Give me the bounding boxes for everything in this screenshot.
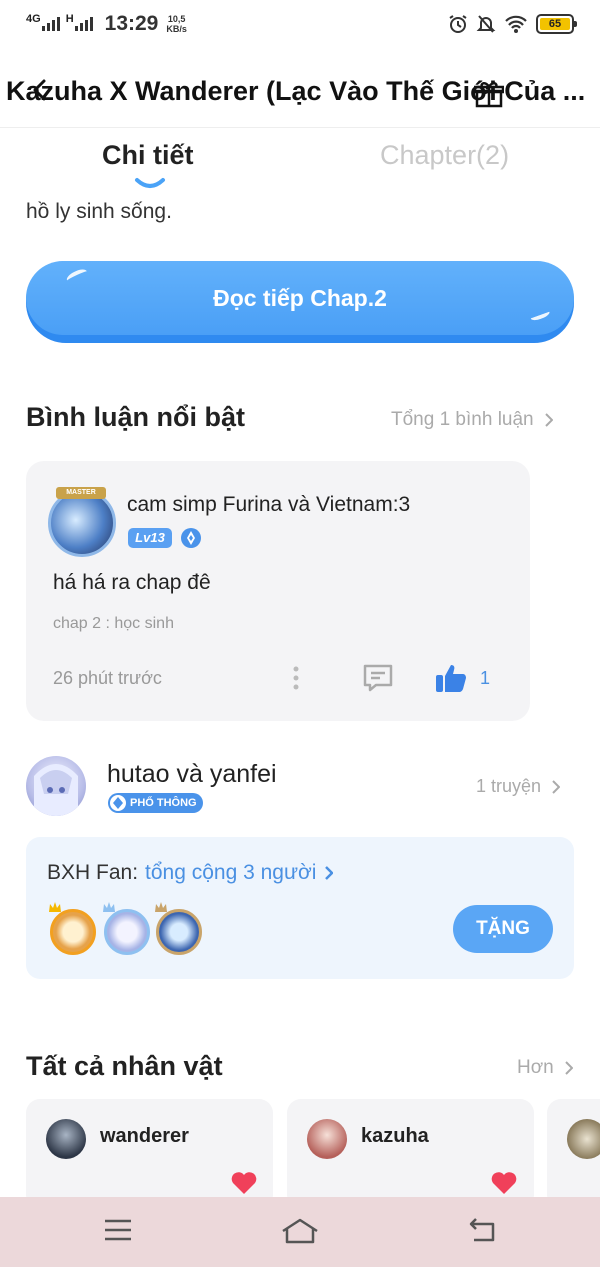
comments-section-title: Bình luận nổi bật [26, 402, 245, 432]
tab-active-indicator [135, 178, 165, 188]
author-stories-count: 1 truyện [476, 776, 542, 796]
character-name: wanderer [100, 1125, 189, 1147]
comment-time: 26 phút trước [53, 668, 162, 688]
status-right: 65 [448, 14, 577, 34]
signal-bars-icon [41, 17, 60, 31]
comments-total-label: Tổng 1 bình luận [391, 409, 534, 430]
wifi-icon [505, 15, 527, 33]
crown-silver-icon [103, 902, 115, 912]
gift-icon[interactable] [474, 80, 504, 108]
character-card-partial[interactable] [547, 1099, 600, 1209]
more-vertical-icon[interactable] [290, 665, 302, 691]
network-4g-label: 4G [26, 13, 41, 25]
crown-gold-icon [49, 902, 61, 912]
characters-section-title: Tất cả nhân vật [26, 1051, 223, 1081]
battery-icon: 65 [536, 14, 577, 34]
character-avatar [46, 1119, 86, 1159]
status-bar: 4G H 13:29 10,5 KB/s 65 [0, 0, 600, 52]
heart-icon[interactable] [491, 1171, 517, 1195]
fan-ranking-label: BXH Fan: [47, 861, 139, 884]
continue-reading-label: Đọc tiếp Chap.2 [213, 284, 387, 311]
chevron-right-icon [544, 413, 553, 427]
chevron-right-icon [565, 1061, 573, 1075]
character-card[interactable]: wanderer [26, 1099, 273, 1209]
level-badge: Lv13 [128, 528, 172, 548]
comment-card[interactable]: MASTER cam simp Furina và Vietnam:3 Lv13… [26, 461, 530, 721]
header-divider [0, 127, 600, 128]
battery-level: 65 [548, 18, 562, 30]
author-stories-link[interactable]: 1 truyện [476, 776, 561, 797]
status-left: 4G H 13:29 10,5 KB/s [26, 12, 187, 36]
fan-ranking-total-link[interactable]: tổng cộng 3 người [145, 861, 334, 885]
tab-chapter[interactable]: Chapter(2) [380, 140, 509, 171]
character-card[interactable]: kazuha [287, 1099, 534, 1209]
signal-bars-icon [74, 17, 93, 31]
mute-bell-icon [476, 15, 496, 33]
thumbs-up-icon[interactable] [434, 662, 468, 694]
author-rank-badge: PHỔ THÔNG [108, 793, 203, 813]
like-count: 1 [480, 668, 491, 688]
chevron-right-icon [552, 779, 561, 794]
home-icon[interactable] [280, 1217, 320, 1245]
character-avatar [307, 1119, 347, 1159]
net-speed: 10,5 KB/s [166, 14, 187, 34]
chevron-right-icon [325, 866, 334, 880]
avatar-frame-tag: MASTER [56, 487, 106, 499]
fan-ranking-box: BXH Fan: tổng cộng 3 người TẶNG [26, 837, 574, 979]
back-icon[interactable] [468, 1217, 498, 1243]
clock: 13:29 [104, 12, 159, 35]
author-avatar-art [34, 764, 78, 816]
story-description-tail: hồ ly sinh sống. [26, 200, 172, 223]
gem-badge-icon [181, 528, 201, 548]
reply-comment-icon[interactable] [362, 663, 394, 693]
fan-avatar-2[interactable] [104, 909, 150, 955]
app-header: Kazuha X Wanderer (Lạc Vào Thế Giới Của … [0, 62, 600, 122]
fan-avatar-1[interactable] [50, 909, 96, 955]
fan-avatar-3[interactable] [156, 909, 202, 955]
gift-button[interactable]: TẶNG [453, 905, 553, 953]
author-name[interactable]: hutao và yanfei [107, 760, 277, 789]
characters-more-link[interactable]: Hơn [517, 1057, 573, 1079]
crown-bronze-icon [155, 902, 167, 912]
back-arrow-icon[interactable] [30, 78, 48, 102]
alarm-icon [449, 15, 467, 33]
system-nav-bar [0, 1197, 600, 1267]
author-avatar[interactable] [26, 756, 86, 816]
fan-ranking-total: tổng cộng 3 người [145, 861, 317, 884]
story-title: Kazuha X Wanderer (Lạc Vào Thế Giới Của … [6, 76, 586, 106]
heart-icon[interactable] [231, 1171, 257, 1195]
characters-more-label: Hơn [517, 1057, 554, 1078]
author-rank-label: PHỔ THÔNG [130, 797, 197, 809]
tab-detail[interactable]: Chi tiết [102, 140, 194, 171]
network-h-indicator: H [65, 13, 93, 31]
continue-reading-face: Đọc tiếp Chap.2 [26, 261, 574, 335]
continue-reading-button[interactable]: Đọc tiếp Chap.2 [26, 261, 574, 343]
comment-text: há há ra chap đê [53, 571, 211, 594]
comment-chapter[interactable]: chap 2 : học sinh [53, 615, 174, 633]
commenter-avatar[interactable] [48, 489, 116, 557]
menu-icon[interactable] [103, 1217, 133, 1243]
character-avatar [567, 1119, 600, 1159]
network-h-label: H [65, 13, 74, 25]
net-speed-unit: KB/s [166, 24, 187, 34]
character-name: kazuha [361, 1125, 429, 1147]
comments-total-link[interactable]: Tổng 1 bình luận [391, 409, 553, 431]
commenter-name[interactable]: cam simp Furina và Vietnam:3 [127, 493, 410, 517]
network-4g-indicator: 4G [26, 13, 60, 31]
net-speed-value: 10,5 [167, 14, 186, 24]
gem-icon [110, 795, 126, 811]
